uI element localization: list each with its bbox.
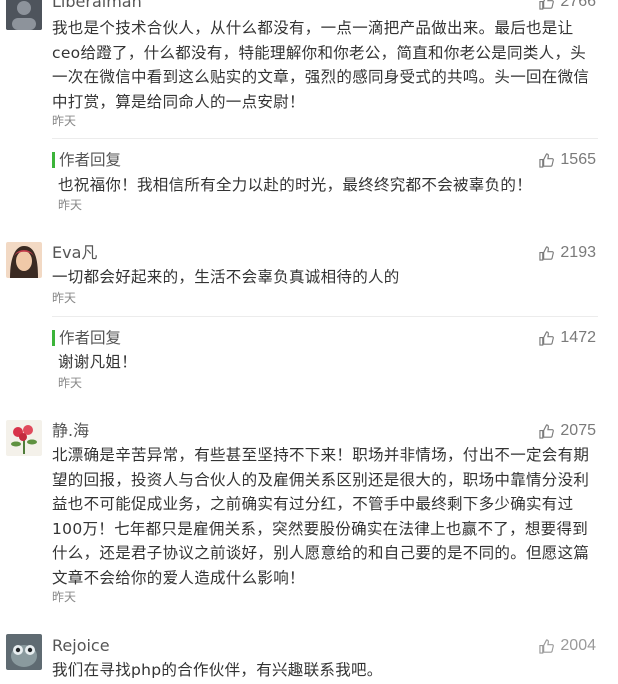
- comment-time: 昨天: [52, 590, 77, 604]
- thumbs-up-icon: [539, 330, 555, 346]
- like-button[interactable]: 2004: [539, 636, 596, 656]
- thumbs-up-icon: [539, 423, 555, 439]
- like-button[interactable]: 2075: [539, 421, 596, 441]
- nickname[interactable]: Liberalman: [52, 0, 142, 12]
- reply-time: 昨天: [58, 198, 83, 212]
- reply-time: 昨天: [58, 376, 83, 390]
- thumbs-up-icon: [539, 638, 555, 654]
- thumbs-up-icon: [539, 245, 555, 261]
- like-count: 1565: [560, 151, 596, 168]
- thumbs-up-icon: [539, 152, 555, 168]
- reply-accent-bar: [52, 330, 55, 346]
- reply-label: 作者回复: [59, 329, 122, 347]
- comment-time: 昨天: [52, 114, 77, 128]
- divider: [52, 138, 598, 139]
- nickname[interactable]: Eva凡: [52, 243, 97, 263]
- like-button[interactable]: 2766: [539, 0, 596, 12]
- like-count: 2075: [560, 422, 596, 439]
- comment-time: 昨天: [52, 291, 77, 305]
- like-button[interactable]: 1565: [539, 150, 596, 170]
- reply-text: 也祝福你！我相信所有全力以赴的时光，最终终究都不会被辜负的！: [58, 176, 533, 194]
- thumbs-up-icon: [539, 0, 555, 10]
- avatar[interactable]: [6, 420, 42, 456]
- avatar[interactable]: [6, 634, 42, 670]
- reply-label: 作者回复: [59, 151, 122, 169]
- avatar[interactable]: [6, 242, 42, 278]
- reply-accent-bar: [52, 152, 55, 168]
- nickname[interactable]: 静.海: [52, 421, 89, 441]
- avatar[interactable]: [6, 0, 42, 30]
- like-count: 1472: [560, 329, 596, 346]
- like-button[interactable]: 1472: [539, 328, 596, 348]
- comment-text: 一切都会好起来的，生活不会辜负真诚相待的人的: [52, 268, 400, 286]
- like-count: 2004: [560, 637, 596, 654]
- comment-text: 我也是个技术合伙人，从什么都没有，一点一滴把产品做出来。最后也是让ceo给蹬了，…: [52, 19, 590, 111]
- reply-text: 谢谢凡姐！: [58, 353, 138, 371]
- like-button[interactable]: 2193: [539, 243, 596, 263]
- nickname[interactable]: Rejoice: [52, 636, 110, 656]
- like-count: 2193: [560, 244, 596, 261]
- comment-text: 我们在寻找php的合作伙伴，有兴趣联系我吧。: [52, 661, 383, 679]
- like-count: 2766: [560, 0, 596, 10]
- comment-text: 北漂确是辛苦异常，有些甚至坚持不下来！职场并非情场，付出不一定会有期望的回报，投…: [52, 446, 590, 587]
- divider: [52, 316, 598, 317]
